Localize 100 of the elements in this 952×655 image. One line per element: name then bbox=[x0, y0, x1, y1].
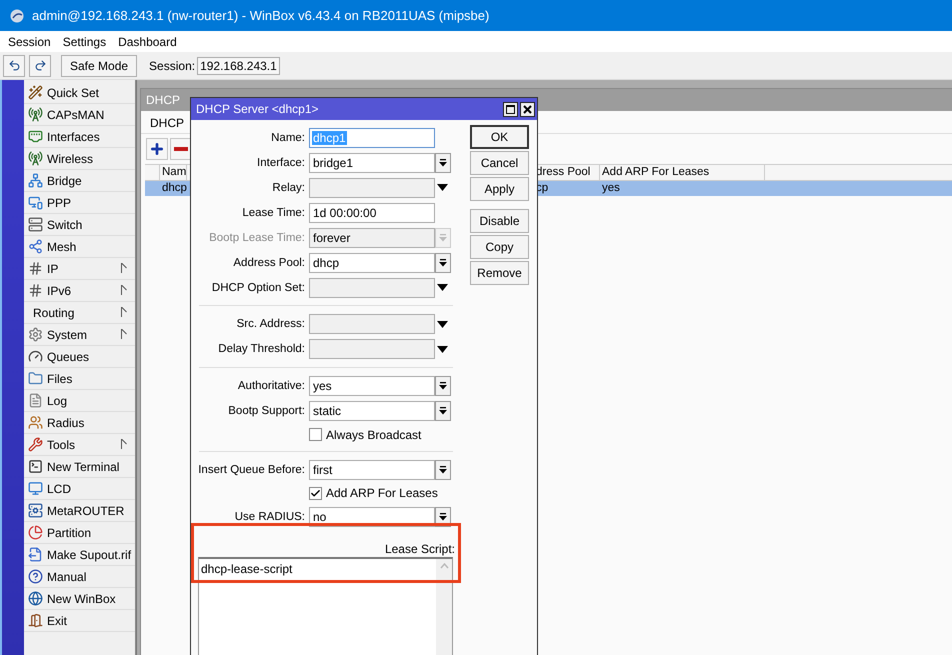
table-cell-text: dhcp bbox=[161, 181, 187, 196]
globe-icon bbox=[28, 591, 43, 606]
session-field[interactable]: 192.168.243.1 bbox=[197, 56, 280, 74]
sidebar-item[interactable]: Files bbox=[24, 368, 135, 390]
field-label: Insert Queue Before: bbox=[197, 464, 305, 476]
dropdown-arrow-icon[interactable] bbox=[437, 184, 448, 191]
door-icon bbox=[28, 613, 43, 628]
input-field[interactable] bbox=[309, 278, 435, 298]
monitor-icon bbox=[28, 481, 43, 496]
script-label: Lease Script: bbox=[384, 542, 455, 556]
script-text-area[interactable]: dhcp-lease-script bbox=[198, 557, 453, 655]
app-logo-icon bbox=[10, 8, 24, 22]
column-header[interactable]: Nam bbox=[160, 165, 187, 180]
checkbox[interactable] bbox=[309, 428, 322, 442]
sidebar-item[interactable]: New Terminal bbox=[24, 456, 135, 478]
input-field[interactable] bbox=[309, 178, 435, 198]
wrench-icon bbox=[28, 437, 43, 452]
sidebar-item[interactable]: Interfaces bbox=[24, 126, 135, 148]
minus-icon bbox=[174, 147, 188, 151]
sidebar-item[interactable]: Tools bbox=[24, 434, 135, 456]
sidebar-item[interactable]: Bridge bbox=[24, 170, 135, 192]
scroll-bar[interactable] bbox=[436, 559, 452, 655]
input-field[interactable]: first bbox=[309, 460, 435, 480]
window-title: admin@192.168.243.1 (nw-router1) - WinBox v6.43.4 on RB2011UAS (mipsbe) bbox=[32, 8, 490, 23]
sidebar-item[interactable]: PPP bbox=[24, 192, 135, 214]
field-label: Lease Time: bbox=[241, 206, 305, 218]
input-field[interactable]: dhcp bbox=[309, 252, 435, 272]
dialog-button[interactable]: Disable bbox=[470, 209, 529, 233]
sidebar-item[interactable]: CAPsMAN bbox=[24, 104, 135, 126]
sidebar-item[interactable]: Routing bbox=[24, 302, 135, 324]
field-label: Bootp Support: bbox=[227, 405, 305, 418]
sidebar-item[interactable]: Partition bbox=[24, 522, 135, 544]
undo-button[interactable] bbox=[3, 54, 25, 76]
field-label: Bootp Lease Time: bbox=[208, 232, 305, 244]
caret-icon bbox=[439, 382, 447, 390]
dropdown-button[interactable] bbox=[435, 152, 451, 172]
dialog-title: DHCP Server <dhcp1> bbox=[196, 102, 319, 116]
dialog-button[interactable]: Apply bbox=[470, 177, 529, 201]
sidebar-item[interactable]: Mesh bbox=[24, 236, 135, 258]
field-label: Relay: bbox=[271, 182, 305, 194]
dropdown-button[interactable] bbox=[435, 401, 451, 422]
maximize-button[interactable] bbox=[503, 102, 518, 116]
dropdown-button[interactable] bbox=[435, 460, 451, 480]
dialog-button[interactable]: OK bbox=[470, 125, 529, 149]
input-field[interactable] bbox=[309, 314, 435, 334]
sidebar-item[interactable]: IP bbox=[24, 258, 135, 280]
monitor-icon bbox=[28, 195, 43, 210]
field-label: Use RADIUS: bbox=[234, 510, 305, 523]
field-label: Src. Address: bbox=[236, 318, 305, 330]
remove-button[interactable] bbox=[170, 138, 192, 160]
input-field[interactable]: yes bbox=[309, 376, 435, 396]
dropdown-arrow-icon[interactable] bbox=[437, 284, 448, 291]
input-field[interactable] bbox=[309, 339, 435, 360]
field-label: Interface: bbox=[256, 156, 305, 168]
dropdown-arrow-icon[interactable] bbox=[437, 346, 448, 353]
sidebar-item[interactable]: Queues bbox=[24, 346, 135, 368]
wand-icon bbox=[28, 85, 43, 100]
input-field[interactable]: bridge1 bbox=[309, 152, 435, 172]
sidebar-item[interactable]: Wireless bbox=[24, 148, 135, 170]
sidebar-item[interactable]: Quick Set bbox=[24, 82, 135, 104]
sidebar-item[interactable]: Log bbox=[24, 390, 135, 412]
safe-mode-button[interactable]: Safe Mode bbox=[61, 54, 138, 76]
document-icon bbox=[28, 393, 43, 408]
menu-item[interactable]: Settings bbox=[56, 34, 112, 48]
sidebar-item[interactable]: LCD bbox=[24, 478, 135, 500]
input-field[interactable]: static bbox=[309, 401, 435, 422]
session-label: Session: bbox=[149, 58, 196, 72]
sidebar-item[interactable]: Switch bbox=[24, 214, 135, 236]
sidebar-item[interactable]: New WinBox bbox=[24, 588, 135, 610]
dialog-button[interactable]: Cancel bbox=[470, 151, 529, 175]
caret-icon bbox=[439, 512, 447, 521]
gauge-icon bbox=[28, 349, 43, 364]
checkbox-label: Add ARP For Leases bbox=[326, 486, 438, 500]
dialog-button[interactable]: Copy bbox=[470, 235, 529, 259]
sidebar-item[interactable]: Exit bbox=[24, 610, 135, 632]
dropdown-button[interactable] bbox=[435, 376, 451, 396]
dropdown-arrow-icon[interactable] bbox=[437, 320, 448, 328]
list-window-title: DHCP bbox=[146, 93, 180, 107]
close-button[interactable] bbox=[520, 102, 535, 116]
sidebar-item[interactable]: System bbox=[24, 324, 135, 346]
dropdown-button[interactable] bbox=[435, 252, 451, 272]
add-button[interactable] bbox=[146, 138, 168, 160]
sidebar-item[interactable]: Make Supout.rif bbox=[24, 544, 135, 566]
antenna-icon bbox=[28, 151, 43, 166]
checkbox[interactable] bbox=[309, 486, 322, 500]
sidebar-item[interactable]: Manual bbox=[24, 566, 135, 588]
menu-item[interactable]: Session bbox=[2, 34, 57, 48]
menu-item[interactable]: Dashboard bbox=[112, 34, 183, 48]
sidebar-item[interactable]: Radius bbox=[24, 412, 135, 434]
sidebar-item[interactable]: IPv6 bbox=[24, 280, 135, 302]
share-icon bbox=[28, 239, 43, 254]
network-icon bbox=[28, 173, 43, 188]
caret-icon bbox=[439, 466, 447, 474]
switch-icon bbox=[28, 217, 43, 232]
dialog-button[interactable]: Remove bbox=[470, 261, 529, 285]
sidebar-item[interactable]: MetaROUTER bbox=[24, 500, 135, 522]
caret-icon bbox=[439, 234, 447, 242]
redo-button[interactable] bbox=[29, 54, 51, 76]
input-field[interactable]: 1d 00:00:00 bbox=[309, 202, 435, 222]
column-header[interactable]: Add ARP For Leases bbox=[600, 165, 765, 180]
